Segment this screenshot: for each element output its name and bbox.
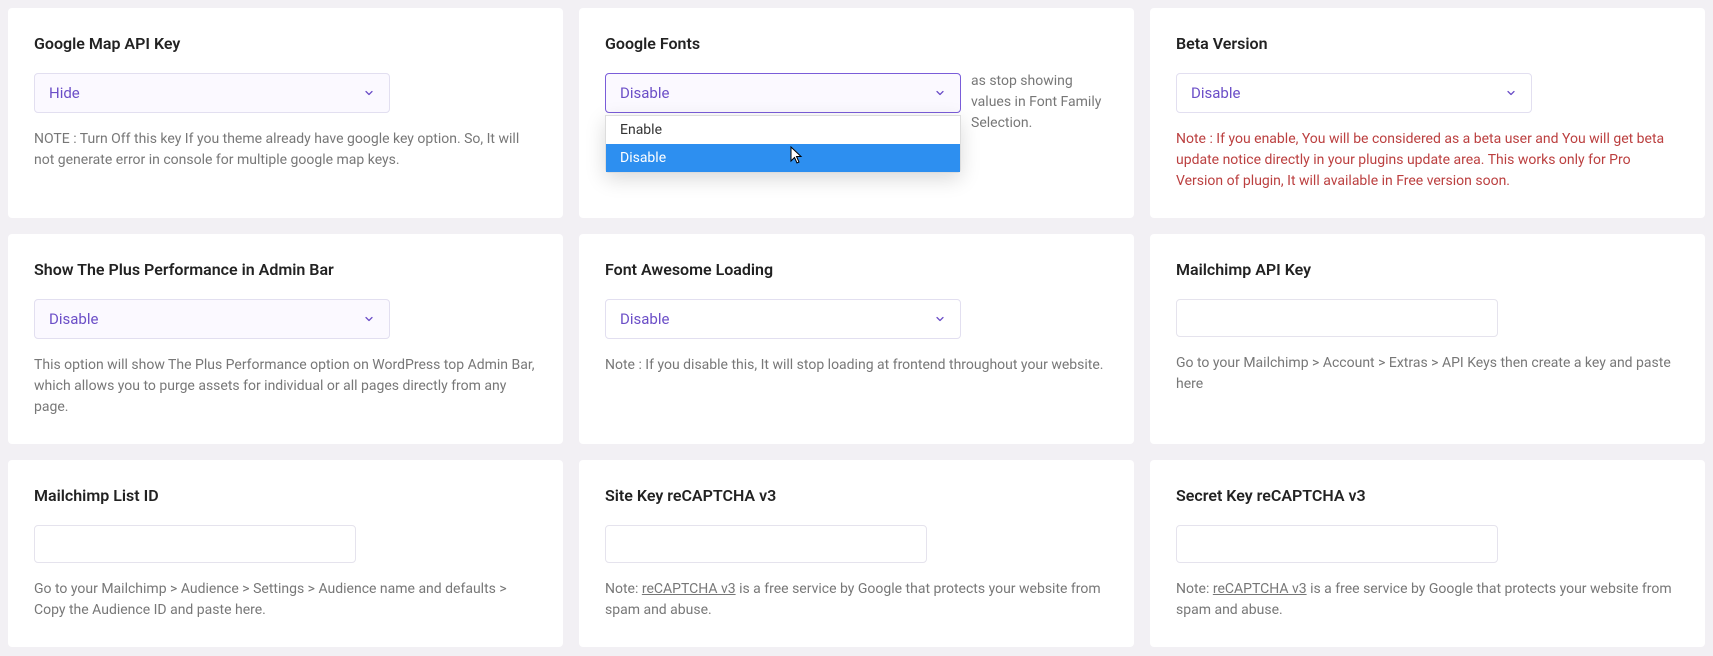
chevron-down-icon — [1505, 87, 1517, 99]
select-value: Disable — [620, 310, 669, 328]
card-google-fonts: Google Fonts Disable Enable Disable as s… — [579, 8, 1134, 218]
card-site-key: Site Key reCAPTCHA v3 Note: reCAPTCHA v3… — [579, 460, 1134, 647]
select-value: Disable — [620, 84, 669, 102]
title-font-awesome: Font Awesome Loading — [605, 260, 1108, 279]
note-mailchimp-key: Go to your Mailchimp > Account > Extras … — [1176, 353, 1679, 395]
title-site-key: Site Key reCAPTCHA v3 — [605, 486, 1108, 505]
dropdown-option-disable[interactable]: Disable — [606, 144, 960, 172]
card-beta: Beta Version Disable Note : If you enabl… — [1150, 8, 1705, 218]
note-google-fonts: as stop showing values in Font Family Se… — [971, 71, 1108, 144]
note-admin-bar: This option will show The Plus Performan… — [34, 355, 537, 418]
input-mailchimp-key[interactable] — [1176, 299, 1498, 337]
select-value: Disable — [49, 310, 98, 328]
card-mailchimp-key: Mailchimp API Key Go to your Mailchimp >… — [1150, 234, 1705, 444]
note-secret-key: Note: reCAPTCHA v3 is a free service by … — [1176, 579, 1679, 621]
card-google-map: Google Map API Key Hide NOTE : Turn Off … — [8, 8, 563, 218]
select-value: Hide — [49, 84, 80, 102]
note-google-map: NOTE : Turn Off this key If you theme al… — [34, 129, 537, 171]
chevron-down-icon — [363, 313, 375, 325]
card-admin-bar: Show The Plus Performance in Admin Bar D… — [8, 234, 563, 444]
dropdown-google-fonts: Enable Disable — [605, 115, 961, 173]
note-mailchimp-list: Go to your Mailchimp > Audience > Settin… — [34, 579, 537, 621]
note-beta: Note : If you enable, You will be consid… — [1176, 129, 1679, 192]
title-beta: Beta Version — [1176, 34, 1679, 53]
note-font-awesome: Note : If you disable this, It will stop… — [605, 355, 1108, 376]
title-admin-bar: Show The Plus Performance in Admin Bar — [34, 260, 537, 279]
input-site-key[interactable] — [605, 525, 927, 563]
select-google-map[interactable]: Hide — [34, 73, 390, 113]
link-recaptcha[interactable]: reCAPTCHA v3 — [1213, 581, 1307, 597]
link-recaptcha[interactable]: reCAPTCHA v3 — [642, 581, 736, 597]
title-secret-key: Secret Key reCAPTCHA v3 — [1176, 486, 1679, 505]
select-value: Disable — [1191, 84, 1240, 102]
card-secret-key: Secret Key reCAPTCHA v3 Note: reCAPTCHA … — [1150, 460, 1705, 647]
title-google-map: Google Map API Key — [34, 34, 537, 53]
select-font-awesome[interactable]: Disable — [605, 299, 961, 339]
chevron-down-icon — [934, 87, 946, 99]
input-secret-key[interactable] — [1176, 525, 1498, 563]
select-admin-bar[interactable]: Disable — [34, 299, 390, 339]
chevron-down-icon — [363, 87, 375, 99]
dropdown-option-enable[interactable]: Enable — [606, 116, 960, 144]
chevron-down-icon — [934, 313, 946, 325]
title-google-fonts: Google Fonts — [605, 34, 1108, 53]
note-site-key: Note: reCAPTCHA v3 is a free service by … — [605, 579, 1108, 621]
select-beta[interactable]: Disable — [1176, 73, 1532, 113]
title-mailchimp-key: Mailchimp API Key — [1176, 260, 1679, 279]
card-mailchimp-list: Mailchimp List ID Go to your Mailchimp >… — [8, 460, 563, 647]
title-mailchimp-list: Mailchimp List ID — [34, 486, 537, 505]
card-font-awesome: Font Awesome Loading Disable Note : If y… — [579, 234, 1134, 444]
input-mailchimp-list[interactable] — [34, 525, 356, 563]
select-google-fonts[interactable]: Disable — [605, 73, 961, 113]
